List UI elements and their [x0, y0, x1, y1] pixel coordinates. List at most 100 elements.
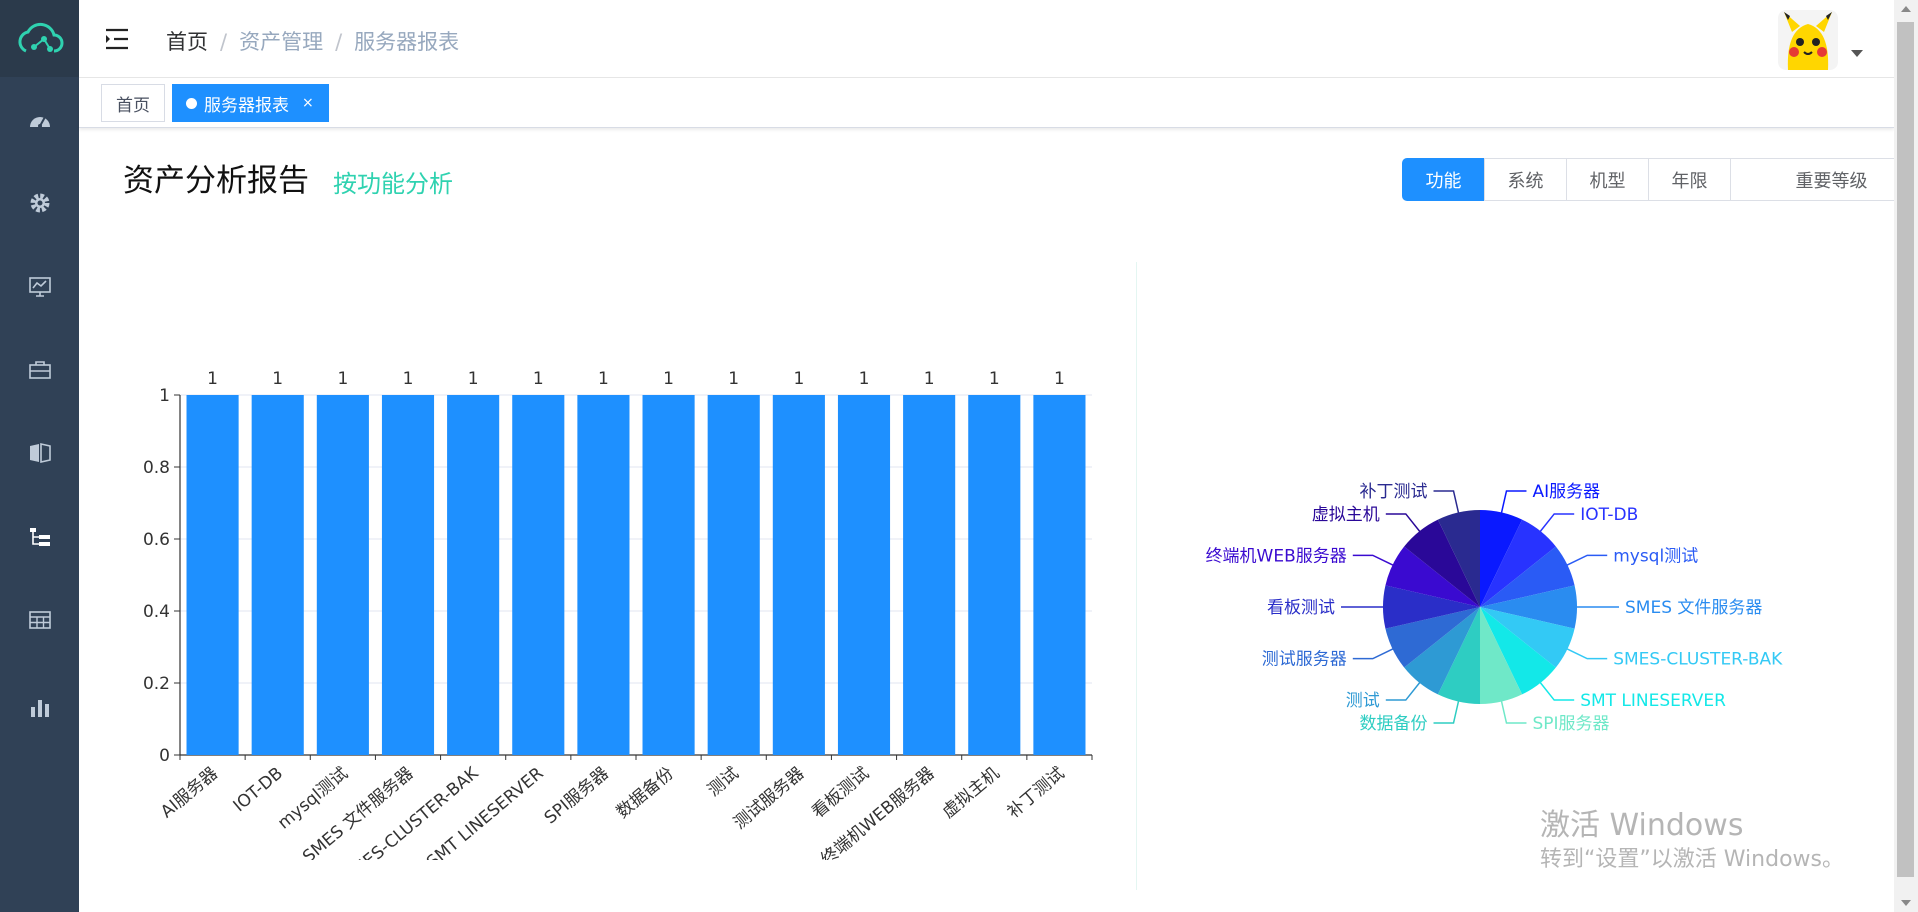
- bar-value-label: 1: [924, 369, 935, 389]
- pie-label-line: [1500, 490, 1527, 515]
- bar[interactable]: [968, 395, 1021, 755]
- bar[interactable]: [837, 395, 891, 755]
- hamburger-toggle-icon[interactable]: [105, 28, 129, 54]
- bar[interactable]: [903, 395, 956, 755]
- bar-value-label: 1: [859, 369, 870, 389]
- pie-label: 补丁测试: [1360, 482, 1428, 502]
- chart-divider: [1136, 262, 1137, 890]
- x-category-label: AI服务器: [157, 764, 222, 823]
- bar[interactable]: [251, 395, 304, 755]
- bar-value-label: 1: [793, 369, 804, 389]
- filter-function-button[interactable]: 功能: [1402, 158, 1485, 201]
- bar[interactable]: [381, 395, 435, 755]
- close-icon[interactable]: ×: [302, 95, 314, 111]
- bar[interactable]: [316, 395, 369, 755]
- bar-value-label: 1: [403, 369, 414, 389]
- y-tick-label: 0: [159, 746, 170, 766]
- breadcrumb-separator: /: [335, 30, 343, 54]
- breadcrumb-home[interactable]: 首页: [166, 30, 208, 54]
- pie-label-line: [1500, 699, 1527, 724]
- y-tick-label: 0.4: [143, 602, 170, 622]
- gear-icon[interactable]: [0, 183, 79, 223]
- bar[interactable]: [707, 395, 760, 755]
- breadcrumb-asset-management: 资产管理: [239, 30, 324, 54]
- monitor-chart-icon[interactable]: [0, 267, 79, 307]
- y-tick-label: 0.6: [143, 530, 170, 550]
- bar-value-label: 1: [337, 369, 348, 389]
- breadcrumb-separator: /: [220, 30, 228, 54]
- x-category-label: 看板测试: [808, 764, 873, 823]
- filter-system-button[interactable]: 系统: [1484, 158, 1567, 201]
- bar-value-label: 1: [272, 369, 283, 389]
- pie-label: SMES 文件服务器: [1625, 598, 1762, 618]
- pie-label: SPI服务器: [1532, 714, 1609, 734]
- activation-watermark-text: 转到“设置”以激活 Windows。: [1540, 847, 1844, 872]
- pie-label: 测试: [1346, 691, 1380, 711]
- bar-value-label: 1: [598, 369, 609, 389]
- table-icon[interactable]: [0, 600, 79, 640]
- x-category-label: 测试服务器: [730, 764, 808, 834]
- filter-importance-button[interactable]: 重要等级: [1730, 158, 1918, 201]
- pie-label: 数据备份: [1360, 714, 1428, 734]
- bar[interactable]: [577, 395, 630, 755]
- caret-down-icon[interactable]: [1851, 50, 1863, 57]
- bar[interactable]: [772, 395, 825, 755]
- y-tick-label: 0.2: [143, 674, 170, 694]
- bar-chart: 00.20.40.60.811AI服务器1IOT-DB1mysql测试1SMES…: [143, 369, 1093, 860]
- pie-label-line: [1433, 699, 1460, 724]
- pie-label: 测试服务器: [1262, 650, 1347, 670]
- book-icon[interactable]: [0, 433, 79, 473]
- pie-label: IOT-DB: [1580, 505, 1638, 525]
- logo[interactable]: [0, 0, 79, 77]
- pie-label-line: [1433, 490, 1460, 515]
- tag-home-label: 首页: [116, 95, 150, 116]
- sidebar: [0, 0, 79, 912]
- bar-value-label: 1: [207, 369, 218, 389]
- bar[interactable]: [186, 395, 239, 755]
- avatar[interactable]: [1778, 10, 1838, 70]
- bar[interactable]: [447, 395, 500, 755]
- x-category-label: 数据备份: [613, 764, 678, 823]
- bar-value-label: 1: [1054, 369, 1065, 389]
- pie-label: 看板测试: [1267, 598, 1335, 618]
- pie-chart: AI服务器 IOT-DB mysql测试 SMES 文件服务器 SMES-CLUSTER…: [1206, 482, 1784, 734]
- y-tick-label: 1: [159, 386, 170, 406]
- tag-server-report[interactable]: 服务器报表 ×: [172, 84, 329, 122]
- pie-label: 虚拟主机: [1312, 505, 1380, 525]
- x-category-label: 终端机WEB服务器: [817, 764, 938, 860]
- active-dot-icon: [186, 97, 197, 109]
- pie-label: SMES-CLUSTER-BAK: [1613, 650, 1783, 670]
- pie-label-line: [1385, 513, 1422, 534]
- bar-value-label: 1: [533, 369, 544, 389]
- bar-value-label: 1: [663, 369, 674, 389]
- activation-watermark-title: 激活 Windows: [1540, 808, 1744, 843]
- filter-button-group: 功能 系统 机型 年限 重要等级: [1402, 158, 1918, 201]
- scroll-down-arrow-icon[interactable]: [1901, 900, 1911, 906]
- tag-home[interactable]: 首页: [101, 84, 165, 122]
- scroll-thumb[interactable]: [1897, 22, 1914, 877]
- tag-server-report-label: 服务器报表: [204, 95, 289, 116]
- bar-value-label: 1: [468, 369, 479, 389]
- x-category-label: 补丁测试: [1004, 764, 1069, 823]
- tree-list-icon[interactable]: [0, 517, 79, 557]
- filter-model-button[interactable]: 机型: [1566, 158, 1649, 201]
- breadcrumb-current: 服务器报表: [354, 30, 460, 54]
- page-title: 资产分析报告: [123, 163, 309, 199]
- briefcase-icon[interactable]: [0, 350, 79, 390]
- dashboard-icon[interactable]: [0, 100, 79, 140]
- bar[interactable]: [642, 395, 695, 755]
- vertical-scrollbar[interactable]: [1894, 0, 1918, 912]
- filter-age-button[interactable]: 年限: [1648, 158, 1731, 201]
- pie-label-line: [1538, 680, 1575, 701]
- bar[interactable]: [1033, 395, 1086, 755]
- pie-label: SMT LINESERVER: [1580, 691, 1726, 711]
- bar-chart-icon[interactable]: [0, 688, 79, 728]
- breadcrumb: 首页 / 资产管理 / 服务器报表: [166, 26, 459, 56]
- bar[interactable]: [512, 395, 565, 755]
- pie-label: AI服务器: [1532, 482, 1600, 502]
- bar-value-label: 1: [989, 369, 1000, 389]
- x-category-label: IOT-DB: [230, 764, 287, 817]
- y-tick-label: 0.8: [143, 458, 170, 478]
- scroll-up-arrow-icon[interactable]: [1901, 6, 1911, 12]
- x-category-label: 测试: [704, 764, 743, 801]
